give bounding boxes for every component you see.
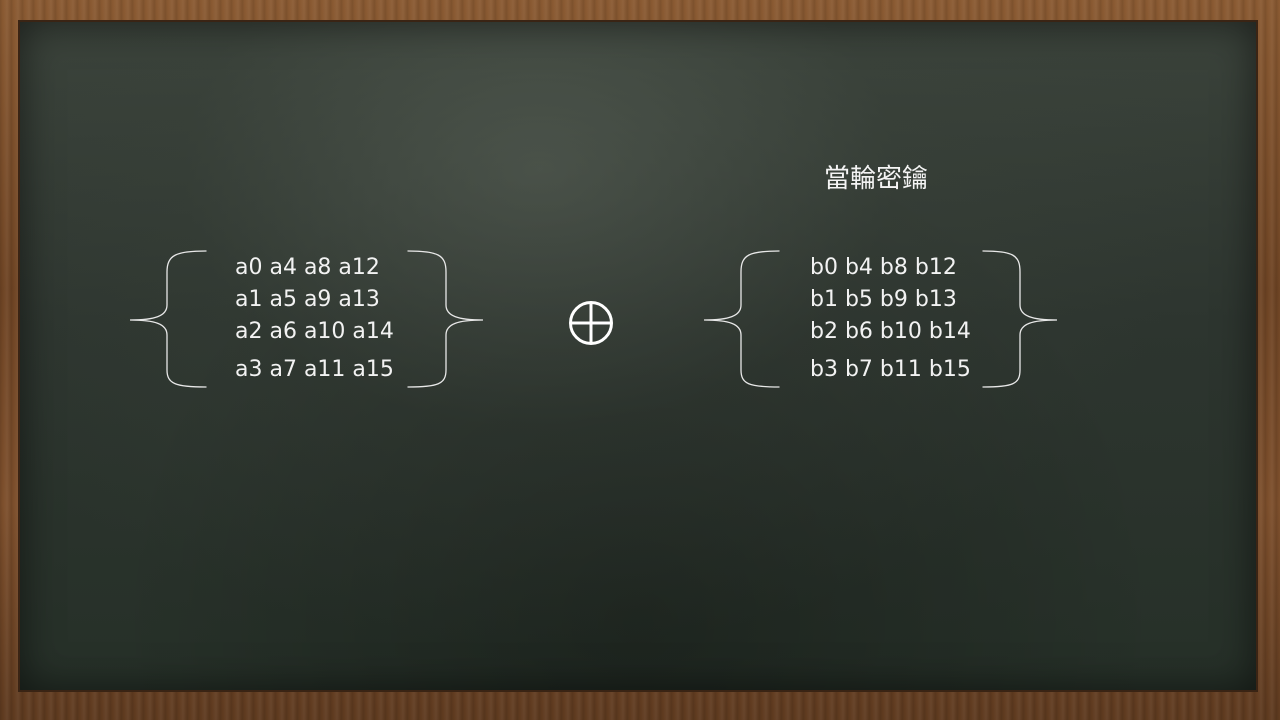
xor-circled-plus-icon xyxy=(569,301,613,345)
right-brace-icon xyxy=(407,250,484,388)
left-brace-icon xyxy=(129,250,207,388)
left-brace-icon xyxy=(703,250,780,388)
brace-layer xyxy=(129,250,1058,388)
right-brace-icon xyxy=(982,250,1058,388)
